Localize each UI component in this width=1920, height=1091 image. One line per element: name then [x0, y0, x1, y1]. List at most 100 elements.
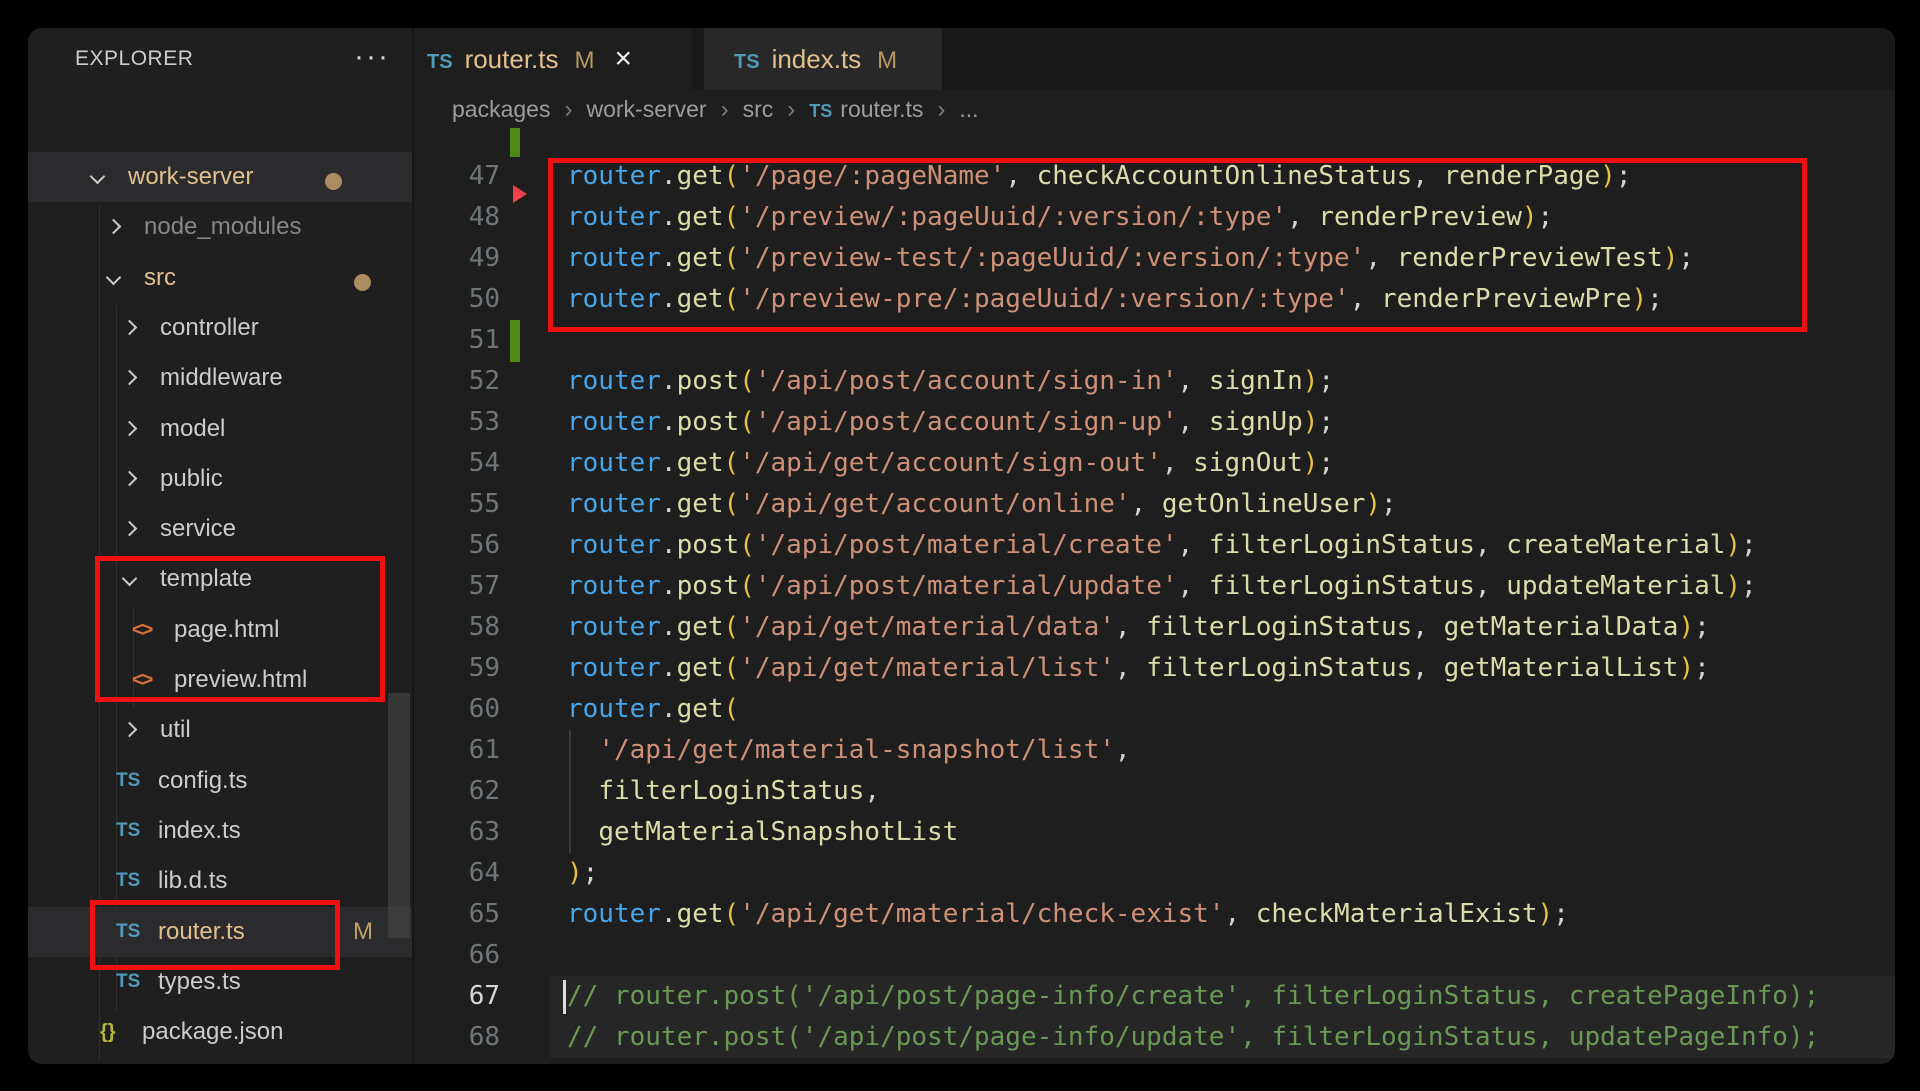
- code-line-52[interactable]: router.post('/api/post/account/sign-in',…: [567, 361, 1334, 402]
- tree-item-lib.d.ts[interactable]: TSlib.d.ts: [28, 856, 412, 906]
- line-number-59: 59: [414, 648, 500, 689]
- html-file-icon: <>: [132, 605, 151, 655]
- chevron-right-icon[interactable]: [122, 320, 138, 336]
- tab-label: router.ts: [465, 44, 559, 74]
- line-number-61: 61: [414, 730, 500, 771]
- breadcrumb-item-packages[interactable]: packages: [452, 96, 550, 122]
- tree-item-router.ts[interactable]: TS router.ts M: [28, 907, 412, 957]
- ts-file-icon: TS: [809, 101, 832, 121]
- line-number-56: 56: [414, 525, 500, 566]
- breadcrumb-item-...[interactable]: ...: [959, 96, 978, 122]
- breadcrumb-separator: ›: [721, 96, 729, 123]
- explorer-toolbar: [28, 90, 412, 152]
- chevron-down-icon[interactable]: [106, 269, 122, 285]
- chevron-right-icon[interactable]: [122, 420, 138, 436]
- vscode-window: EXPLORER ··· work-servernode_modulessrcc…: [28, 28, 1895, 1064]
- git-added-gutter-bar: [510, 320, 520, 362]
- code-line-58[interactable]: router.get('/api/get/material/data', fil…: [567, 607, 1710, 648]
- tab-bar: TSrouter.tsM×TSindex.tsM: [414, 28, 1895, 90]
- tree-item-package.json[interactable]: {}package.json: [28, 1007, 412, 1057]
- breadcrumb-item-router.ts[interactable]: TSrouter.ts: [809, 96, 923, 122]
- tree-item-page.html[interactable]: <>page.html: [28, 605, 412, 655]
- tree-item-template[interactable]: template: [28, 554, 412, 604]
- code-line-56[interactable]: router.post('/api/post/material/create',…: [567, 525, 1757, 566]
- line-number-47: 47: [414, 156, 500, 197]
- tree-item-label: src: [144, 253, 176, 303]
- line-number-57: 57: [414, 566, 500, 607]
- sidebar-scrollbar-thumb[interactable]: [388, 693, 410, 938]
- code-line-48[interactable]: router.get('/preview/:pageUuid/:version/…: [567, 197, 1553, 238]
- chevron-right-icon[interactable]: [122, 722, 138, 738]
- code-line-54[interactable]: router.get('/api/get/account/sign-out', …: [567, 443, 1334, 484]
- line-number-50: 50: [414, 279, 500, 320]
- line-number-67: 67: [414, 976, 500, 1017]
- breadcrumb-item-workserver[interactable]: work-server: [586, 96, 706, 122]
- code-line-62[interactable]: filterLoginStatus,: [567, 771, 880, 812]
- line-number-49: 49: [414, 238, 500, 279]
- tab-label: index.ts: [772, 44, 862, 74]
- modified-m-badge: M: [353, 907, 373, 957]
- line-number-51: 51: [414, 320, 500, 361]
- code-line-50[interactable]: router.get('/preview-pre/:pageUuid/:vers…: [567, 279, 1663, 320]
- ts-file-icon: TS: [116, 907, 140, 957]
- breadcrumb-separator: ›: [564, 96, 572, 123]
- chevron-right-icon[interactable]: [122, 471, 138, 487]
- code-line-47[interactable]: router.get('/page/:pageName', checkAccou…: [567, 156, 1631, 197]
- code-line-68[interactable]: // router.post('/api/post/page-info/upda…: [567, 1017, 1819, 1058]
- tree-item-label: template: [160, 554, 252, 604]
- line-number-62: 62: [414, 771, 500, 812]
- tree-item-config.ts[interactable]: TSconfig.ts: [28, 756, 412, 806]
- code-line-55[interactable]: router.get('/api/get/account/online', ge…: [567, 484, 1397, 525]
- code-line-57[interactable]: router.post('/api/post/material/update',…: [567, 566, 1757, 607]
- tree-item-work-server[interactable]: work-server: [28, 152, 412, 202]
- line-number-53: 53: [414, 402, 500, 443]
- line-number-66: 66: [414, 935, 500, 976]
- code-line-61[interactable]: '/api/get/material-snapshot/list',: [567, 730, 1131, 771]
- tree-item-model[interactable]: model: [28, 404, 412, 454]
- explorer-header: EXPLORER ···: [28, 28, 412, 90]
- tree-item-index.ts[interactable]: TSindex.ts: [28, 806, 412, 856]
- tree-item-preview.html[interactable]: <>preview.html: [28, 655, 412, 705]
- ts-file-icon: TS: [116, 806, 140, 856]
- tree-item-label: router.ts: [158, 907, 245, 957]
- more-actions-icon[interactable]: ···: [354, 28, 390, 86]
- chevron-right-icon[interactable]: [122, 370, 138, 386]
- code-line-60[interactable]: router.get(: [567, 689, 739, 730]
- tree-item-service[interactable]: service: [28, 504, 412, 554]
- chevron-down-icon[interactable]: [90, 169, 106, 185]
- tree-item-label: public: [160, 454, 223, 504]
- tree-item-types.ts[interactable]: TS types.ts: [28, 957, 412, 1007]
- code-line-59[interactable]: router.get('/api/get/material/list', fil…: [567, 648, 1710, 689]
- modified-dot-badge: [325, 173, 342, 190]
- chevron-down-icon[interactable]: [122, 571, 138, 587]
- tree-item-public[interactable]: public: [28, 454, 412, 504]
- breadcrumb-separator: ›: [937, 96, 945, 123]
- tree-item-label: preview.html: [174, 655, 307, 705]
- tree-item-middleware[interactable]: middleware: [28, 353, 412, 403]
- ts-file-icon: TS: [116, 957, 140, 1007]
- tab-index.ts[interactable]: TSindex.tsM: [704, 28, 942, 90]
- line-number-55: 55: [414, 484, 500, 525]
- tree-item-controller[interactable]: controller: [28, 303, 412, 353]
- tree-item-label: types.ts: [158, 957, 241, 1007]
- code-line-63[interactable]: getMaterialSnapshotList: [567, 812, 958, 853]
- tree-item-util[interactable]: util: [28, 705, 412, 755]
- code-line-53[interactable]: router.post('/api/post/account/sign-up',…: [567, 402, 1334, 443]
- close-icon[interactable]: ×: [615, 42, 633, 75]
- tree-item-node_modules[interactable]: node_modules: [28, 202, 412, 252]
- ts-file-icon: TS: [116, 756, 140, 806]
- modified-dot-badge: [354, 274, 371, 291]
- tab-router.ts-active[interactable]: TSrouter.tsM×: [414, 28, 692, 90]
- chevron-right-icon[interactable]: [122, 521, 138, 537]
- chevron-right-icon[interactable]: [106, 219, 122, 235]
- code-line-67[interactable]: // router.post('/api/post/page-info/crea…: [567, 976, 1819, 1017]
- code-line-65[interactable]: router.get('/api/get/material/check-exis…: [567, 894, 1569, 935]
- code-editor[interactable]: 47 router.get('/page/:pageName', checkAcc…: [414, 128, 1895, 1064]
- line-number-48: 48: [414, 197, 500, 238]
- code-line-49[interactable]: router.get('/preview-test/:pageUuid/:ver…: [567, 238, 1694, 279]
- code-line-64[interactable]: );: [567, 853, 598, 894]
- tree-item-src[interactable]: src: [28, 253, 412, 303]
- explorer-sidebar: EXPLORER ··· work-servernode_modulessrcc…: [28, 28, 412, 1064]
- tab-modified-badge: M: [575, 47, 595, 74]
- breadcrumb-item-src[interactable]: src: [743, 96, 774, 122]
